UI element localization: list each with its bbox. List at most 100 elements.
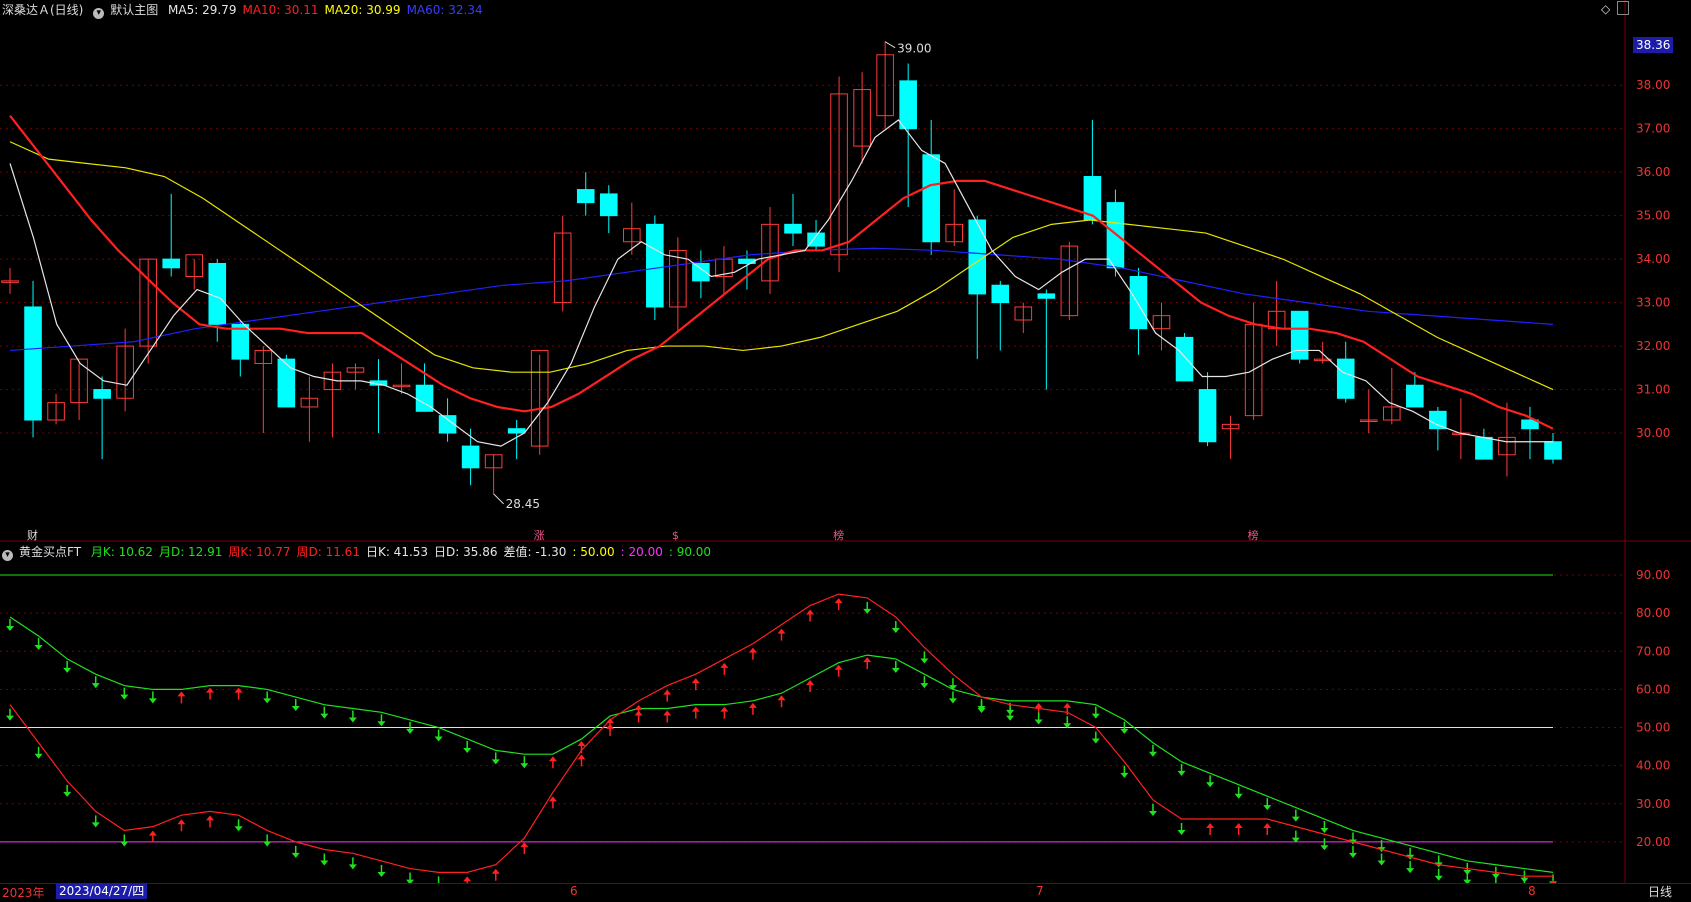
down-arrow-icon bbox=[1063, 716, 1072, 729]
down-arrow-icon bbox=[1320, 821, 1329, 834]
y-tick-label: 31.00 bbox=[1636, 383, 1670, 397]
indicator-name[interactable]: 黄金买点FT bbox=[19, 545, 81, 559]
down-arrow-icon bbox=[34, 746, 43, 759]
up-arrow-icon bbox=[863, 657, 872, 670]
down-arrow-icon bbox=[1234, 786, 1243, 799]
stock-title[interactable]: 深桑达Ａ(日线) bbox=[2, 3, 83, 17]
dropdown-icon[interactable]: ▾ bbox=[93, 8, 105, 19]
up-arrow-icon bbox=[663, 689, 672, 702]
arrow-head bbox=[1091, 713, 1100, 719]
year-label: 2023年 bbox=[2, 886, 45, 900]
indicator-legend-0: 月K: 10.62 bbox=[90, 545, 153, 559]
arrow-head bbox=[491, 759, 500, 765]
up-arrow-icon bbox=[806, 609, 815, 622]
down-arrow-icon bbox=[1120, 765, 1129, 778]
arrow-head bbox=[1177, 830, 1186, 836]
y-tick-label: 50.00 bbox=[1636, 721, 1670, 735]
arrow-head bbox=[691, 678, 700, 684]
up-arrow-icon bbox=[1263, 823, 1272, 836]
chart-stage: 30.00 31.00 32.00 33.00 34.00 35.00 36.00 37.00… bbox=[0, 0, 1691, 900]
arrow-head bbox=[777, 628, 786, 634]
period-tab[interactable]: 日线 bbox=[1648, 883, 1672, 900]
arrow-head bbox=[1263, 823, 1272, 829]
expand-icon[interactable]: ◇ bbox=[1601, 2, 1610, 16]
y-tick-label: 33.00 bbox=[1636, 296, 1670, 310]
arrow-head bbox=[348, 717, 357, 723]
down-arrow-icon bbox=[1091, 731, 1100, 744]
arrow-head bbox=[1148, 751, 1157, 757]
cursor-date-box: 2023/04/27/四 bbox=[56, 883, 148, 899]
arrow-head bbox=[1177, 770, 1186, 776]
down-arrow-icon bbox=[1091, 706, 1100, 719]
arrow-head bbox=[263, 698, 272, 704]
arrow-head bbox=[463, 747, 472, 753]
up-arrow-icon bbox=[177, 819, 186, 832]
indicator-legend-1: 月D: 12.91 bbox=[158, 545, 223, 559]
main-chart-header: 深桑达Ａ(日线) ▾ 默认主图 MA5: 29.79 MA10: 30.11 MA20… bbox=[2, 1, 495, 19]
arrow-head bbox=[1120, 772, 1129, 778]
down-arrow-icon bbox=[91, 676, 100, 689]
y-tick-label: 34.00 bbox=[1636, 252, 1670, 266]
window-restore-icon[interactable] bbox=[1617, 1, 1629, 15]
down-arrow-icon bbox=[1291, 830, 1300, 843]
current-price-box: 38.36 bbox=[1633, 37, 1674, 53]
up-arrow-icon bbox=[520, 842, 529, 855]
candle-body bbox=[162, 258, 180, 269]
y-tick-label: 90.00 bbox=[1636, 568, 1670, 582]
arrow-head bbox=[920, 683, 929, 689]
down-arrow-icon bbox=[91, 815, 100, 828]
candle-body bbox=[1129, 276, 1148, 330]
arrow-head bbox=[63, 667, 72, 673]
down-arrow-icon bbox=[1034, 712, 1043, 725]
ma-legend-3: MA60: 32.34 bbox=[406, 3, 483, 17]
down-arrow-icon bbox=[234, 819, 243, 832]
ma-legend-0: MA5: 29.79 bbox=[168, 3, 237, 17]
down-arrow-icon bbox=[377, 714, 386, 727]
up-arrow-icon bbox=[777, 628, 786, 641]
candle-body bbox=[208, 262, 227, 325]
y-tick-label: 80.00 bbox=[1636, 606, 1670, 620]
arrow-head bbox=[720, 662, 729, 668]
down-arrow-icon bbox=[1377, 853, 1386, 866]
down-arrow-icon bbox=[1148, 744, 1157, 757]
down-arrow-icon bbox=[1406, 861, 1415, 874]
arrow-head bbox=[1263, 805, 1272, 811]
arrow-head bbox=[806, 679, 815, 685]
up-arrow-icon bbox=[148, 830, 157, 843]
arrow-head bbox=[463, 876, 472, 882]
y-tick-label: 40.00 bbox=[1636, 759, 1670, 773]
candle-body bbox=[507, 428, 526, 434]
up-arrow-icon bbox=[748, 702, 757, 715]
up-arrow-icon bbox=[720, 662, 729, 675]
arrow-head bbox=[834, 664, 843, 670]
low-pointer bbox=[493, 493, 504, 505]
candle-body bbox=[1198, 389, 1217, 443]
down-arrow-icon bbox=[1291, 809, 1300, 822]
down-arrow-icon bbox=[891, 620, 900, 633]
arrow-head bbox=[34, 645, 43, 651]
chart-canvas[interactable]: 30.00 31.00 32.00 33.00 34.00 35.00 36.00 37.00… bbox=[0, 0, 1691, 898]
up-arrow-icon bbox=[663, 710, 672, 723]
y-tick-label: 32.00 bbox=[1636, 339, 1670, 353]
candle-body bbox=[922, 154, 940, 243]
y-tick-label: 30.00 bbox=[1636, 426, 1670, 440]
down-arrow-icon bbox=[1206, 775, 1215, 788]
candle-body bbox=[1475, 436, 1493, 460]
y-tick-label: 60.00 bbox=[1636, 682, 1670, 696]
event-marker: $ bbox=[672, 529, 679, 542]
down-arrow-icon bbox=[1263, 798, 1272, 811]
candle-body bbox=[24, 306, 42, 421]
arrow-head bbox=[406, 728, 415, 734]
y-tick-label: 35.00 bbox=[1636, 209, 1670, 223]
arrow-head bbox=[1234, 793, 1243, 799]
arrow-head bbox=[148, 830, 157, 836]
main-chart-label[interactable]: 默认主图 bbox=[110, 3, 158, 17]
arrow-head bbox=[6, 625, 14, 631]
arrow-head bbox=[548, 756, 557, 762]
indicator-legend-7: : 50.00 bbox=[572, 545, 615, 559]
dropdown-icon[interactable]: ▾ bbox=[2, 550, 13, 561]
arrow-head bbox=[1034, 702, 1043, 708]
up-arrow-icon bbox=[206, 687, 215, 700]
down-arrow-icon bbox=[63, 784, 72, 797]
candle-body bbox=[1290, 310, 1309, 360]
